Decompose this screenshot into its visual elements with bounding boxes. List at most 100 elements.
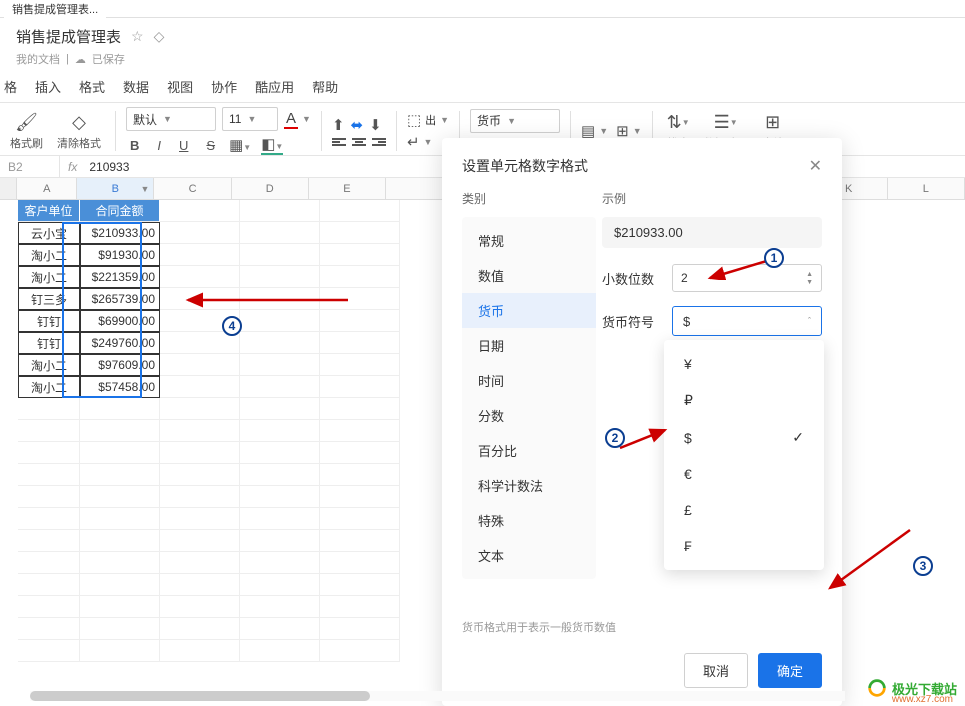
- grid-cell[interactable]: [320, 376, 400, 398]
- cat-time[interactable]: 时间: [462, 363, 596, 398]
- col-header-e[interactable]: E: [309, 178, 386, 199]
- grid-cell[interactable]: [240, 200, 320, 222]
- header-cell[interactable]: 客户单位: [18, 200, 80, 222]
- grid-cell[interactable]: [240, 398, 320, 420]
- grid-cell[interactable]: [240, 530, 320, 552]
- grid-cell[interactable]: [18, 486, 80, 508]
- grid-cell[interactable]: [240, 486, 320, 508]
- menu-data[interactable]: 数据: [123, 77, 149, 96]
- grid-cell[interactable]: 钉钉: [18, 332, 80, 354]
- grid-cell[interactable]: [240, 376, 320, 398]
- grid-cell[interactable]: [18, 552, 80, 574]
- valign-top-button[interactable]: ⬆: [332, 116, 345, 134]
- cat-date[interactable]: 日期: [462, 328, 596, 363]
- grid-cell[interactable]: [320, 420, 400, 442]
- grid-cell[interactable]: [240, 354, 320, 376]
- font-color-button[interactable]: A: [284, 110, 298, 129]
- grid-cell[interactable]: [160, 266, 240, 288]
- grid-cell[interactable]: 钉三多: [18, 288, 80, 310]
- col-header-l[interactable]: L: [888, 178, 965, 199]
- grid-cell[interactable]: [18, 420, 80, 442]
- menu-table[interactable]: 格: [4, 77, 17, 96]
- grid-cell[interactable]: [320, 332, 400, 354]
- number-format-select[interactable]: 货币▼: [470, 109, 560, 133]
- grid-cell[interactable]: [18, 596, 80, 618]
- font-size-select[interactable]: 11▼: [222, 107, 278, 131]
- grid-cell[interactable]: [18, 398, 80, 420]
- grid-cell[interactable]: [320, 596, 400, 618]
- grid-cell[interactable]: [160, 464, 240, 486]
- valign-bot-button[interactable]: ⬇: [369, 116, 382, 134]
- grid-cell[interactable]: $57458.00: [80, 376, 160, 398]
- grid-cell[interactable]: [80, 640, 160, 662]
- grid-cell[interactable]: [18, 640, 80, 662]
- grid-cell[interactable]: [320, 266, 400, 288]
- menu-collab[interactable]: 协作: [211, 77, 237, 96]
- grid-cell[interactable]: [240, 442, 320, 464]
- grid-cell[interactable]: 钉钉: [18, 310, 80, 332]
- cat-number[interactable]: 数值: [462, 258, 596, 293]
- grid-cell[interactable]: [320, 530, 400, 552]
- format-painter-button[interactable]: 🖌格式刷: [6, 109, 47, 153]
- menu-help[interactable]: 帮助: [312, 77, 338, 96]
- grid-cell[interactable]: 淘小二: [18, 266, 80, 288]
- grid-cell[interactable]: [160, 486, 240, 508]
- grid-cell[interactable]: [240, 596, 320, 618]
- grid-cell[interactable]: [320, 508, 400, 530]
- grid-cell[interactable]: [320, 310, 400, 332]
- grid-cell[interactable]: [80, 420, 160, 442]
- currency-option-pound[interactable]: £: [664, 492, 824, 528]
- grid-cell[interactable]: [160, 640, 240, 662]
- grid-cell[interactable]: [240, 310, 320, 332]
- cancel-button[interactable]: 取消: [684, 653, 748, 688]
- grid-cell[interactable]: [240, 508, 320, 530]
- close-icon[interactable]: ✕: [809, 156, 822, 176]
- grid-cell[interactable]: [160, 552, 240, 574]
- grid-cell[interactable]: $69900.00: [80, 310, 160, 332]
- grid-cell[interactable]: [160, 222, 240, 244]
- grid-cell[interactable]: [320, 222, 400, 244]
- currency-option-yen[interactable]: ¥: [664, 346, 824, 382]
- grid-cell[interactable]: 淘小二: [18, 244, 80, 266]
- menu-format[interactable]: 格式: [79, 77, 105, 96]
- grid-cell[interactable]: [160, 596, 240, 618]
- cat-general[interactable]: 常规: [462, 223, 596, 258]
- grid-cell[interactable]: [320, 354, 400, 376]
- grid-cell[interactable]: [160, 508, 240, 530]
- grid-cell[interactable]: [240, 420, 320, 442]
- col-header-d[interactable]: D: [232, 178, 309, 199]
- strike-button[interactable]: S: [202, 136, 219, 155]
- align-right-button[interactable]: [372, 138, 386, 146]
- col-header-a[interactable]: A: [17, 178, 77, 199]
- grid-cell[interactable]: [240, 222, 320, 244]
- grid-cell[interactable]: [320, 574, 400, 596]
- grid-cell[interactable]: [160, 244, 240, 266]
- grid-cell[interactable]: [320, 640, 400, 662]
- star-icon[interactable]: ☆: [131, 28, 144, 45]
- grid-cell[interactable]: [320, 464, 400, 486]
- grid-cell[interactable]: [18, 442, 80, 464]
- font-family-select[interactable]: 默认▼: [126, 107, 216, 131]
- menu-insert[interactable]: 插入: [35, 77, 61, 96]
- grid-cell[interactable]: [160, 442, 240, 464]
- grid-cell[interactable]: [80, 486, 160, 508]
- grid-cell[interactable]: [160, 398, 240, 420]
- grid-cell[interactable]: [320, 244, 400, 266]
- grid-cell[interactable]: [320, 486, 400, 508]
- grid-cell[interactable]: [80, 508, 160, 530]
- spin-down-icon[interactable]: ▼: [806, 279, 813, 286]
- grid-cell[interactable]: $210933.00: [80, 222, 160, 244]
- grid-cell[interactable]: [80, 596, 160, 618]
- grid-cell[interactable]: [320, 442, 400, 464]
- header-cell[interactable]: 合同金额: [80, 200, 160, 222]
- grid-cell[interactable]: [18, 464, 80, 486]
- currency-option-ruble[interactable]: ₽: [664, 382, 824, 419]
- grid-cell[interactable]: [160, 618, 240, 640]
- align-center-button[interactable]: [352, 138, 366, 146]
- menu-view[interactable]: 视图: [167, 77, 193, 96]
- currency-symbol-select[interactable]: $ ˆ: [672, 306, 822, 336]
- grid-cell[interactable]: $265739.00: [80, 288, 160, 310]
- document-tab[interactable]: 销售提成管理表...: [4, 0, 106, 19]
- border-button[interactable]: ▦▼: [229, 136, 251, 154]
- grid-cell[interactable]: [160, 420, 240, 442]
